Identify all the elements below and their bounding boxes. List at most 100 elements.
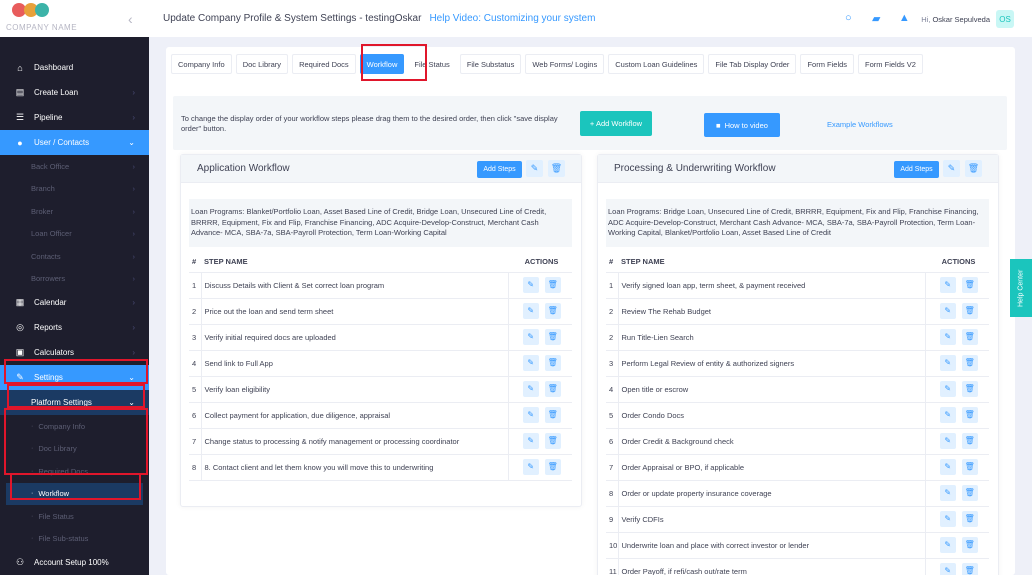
table-row[interactable]: 7 Change status to processing & notify ma… [189, 428, 572, 455]
example-workflows-link[interactable]: Example Workflows [827, 120, 893, 129]
trash-icon[interactable]: 🗑 [548, 160, 565, 177]
table-row[interactable]: 10 Underwrite loan and place with correct… [606, 532, 989, 559]
table-row[interactable]: 7 Order Appraisal or BPO, if applicable ✎ 🗑 [606, 454, 989, 481]
sidebar-collapse-icon[interactable]: ‹ [128, 11, 133, 27]
notes-icon[interactable]: ▰ [869, 12, 883, 26]
sidebar-item-create-loan[interactable]: ▤ Create Loan › [0, 80, 149, 105]
edit-icon[interactable]: ✎ [939, 303, 956, 319]
table-row[interactable]: 8 8. Contact client and let them know you… [189, 454, 572, 481]
tab-custom-loan-guidelines[interactable]: Custom Loan Guidelines [608, 54, 705, 74]
edit-icon[interactable]: ✎ [939, 563, 956, 575]
edit-icon[interactable]: ✎ [526, 160, 543, 177]
table-row[interactable]: 3 Verify initial required docs are upload… [189, 324, 572, 351]
table-row[interactable]: 4 Send link to Full App ✎ 🗑 [189, 350, 572, 377]
edit-icon[interactable]: ✎ [939, 511, 956, 527]
trash-icon[interactable]: 🗑 [544, 277, 561, 293]
trash-icon[interactable]: 🗑 [961, 433, 978, 449]
edit-icon[interactable]: ✎ [939, 329, 956, 345]
sidebar-subsubitem-workflow[interactable]: · Workflow [6, 482, 143, 505]
edit-icon[interactable]: ✎ [939, 537, 956, 553]
tab-doc-library[interactable]: Doc Library [235, 54, 289, 74]
edit-icon[interactable]: ✎ [939, 355, 956, 371]
sidebar-subitem[interactable]: Broker › [0, 200, 149, 223]
bell-icon[interactable]: ▲ [897, 12, 911, 26]
sidebar-item-user-contacts[interactable]: ● User / Contacts ⌄ [0, 130, 149, 155]
sidebar-item-settings[interactable]: ✎ Settings ⌄ [0, 365, 149, 390]
table-row[interactable]: 1 Verify signed loan app, term sheet, & p… [606, 272, 989, 299]
sidebar-subsubitem[interactable]: · Doc Library [0, 438, 149, 461]
tab-workflow[interactable]: Workflow [359, 54, 405, 74]
edit-icon[interactable]: ✎ [939, 407, 956, 423]
search-icon[interactable]: ○ [841, 12, 855, 26]
sidebar-item-platform-settings[interactable]: Platform Settings ⌄ [0, 390, 149, 415]
trash-icon[interactable]: 🗑 [961, 485, 978, 501]
sidebar-item-account-setup[interactable]: ⚇ Account Setup 100% [0, 550, 149, 575]
edit-icon[interactable]: ✎ [522, 303, 539, 319]
trash-icon[interactable]: 🗑 [544, 459, 561, 475]
trash-icon[interactable]: 🗑 [544, 355, 561, 371]
table-row[interactable]: 6 Order Credit & Background check ✎ 🗑 [606, 428, 989, 455]
sidebar-subitem[interactable]: Branch › [0, 178, 149, 201]
sidebar-item-calendar[interactable]: ▦ Calendar › [0, 290, 149, 315]
trash-icon[interactable]: 🗑 [961, 563, 978, 575]
tab-form-fields[interactable]: Form Fields [800, 54, 855, 74]
edit-icon[interactable]: ✎ [522, 329, 539, 345]
logo[interactable]: COMPANY NAME [0, 0, 149, 37]
add-steps-button[interactable]: Add Steps [477, 161, 522, 178]
trash-icon[interactable]: 🗑 [961, 329, 978, 345]
table-row[interactable]: 5 Verify loan eligibility ✎ 🗑 [189, 376, 572, 403]
edit-icon[interactable]: ✎ [939, 277, 956, 293]
trash-icon[interactable]: 🗑 [544, 407, 561, 423]
tab-file-tab-display-order[interactable]: File Tab Display Order [708, 54, 797, 74]
table-row[interactable]: 2 Run Title-Lien Search ✎ 🗑 [606, 324, 989, 351]
table-row[interactable]: 5 Order Condo Docs ✎ 🗑 [606, 402, 989, 429]
edit-icon[interactable]: ✎ [522, 407, 539, 423]
sidebar-subsubitem[interactable]: · File Status [0, 505, 149, 528]
table-row[interactable]: 2 Price out the loan and send term sheet ✎… [189, 298, 572, 325]
sidebar-subsubitem[interactable]: · Company Info [0, 415, 149, 438]
trash-icon[interactable]: 🗑 [961, 511, 978, 527]
how-to-video-button[interactable]: ■ How to video [704, 113, 780, 137]
trash-icon[interactable]: 🗑 [961, 407, 978, 423]
sidebar-subitem[interactable]: Contacts › [0, 245, 149, 268]
sidebar-subitem[interactable]: Back Office › [0, 155, 149, 178]
table-row[interactable]: 4 Open title or escrow ✎ 🗑 [606, 376, 989, 403]
edit-icon[interactable]: ✎ [522, 459, 539, 475]
table-row[interactable]: 2 Review The Rehab Budget ✎ 🗑 [606, 298, 989, 325]
table-row[interactable]: 6 Collect payment for application, due di… [189, 402, 572, 429]
trash-icon[interactable]: 🗑 [961, 537, 978, 553]
tab-file-status[interactable]: File Status [408, 54, 456, 74]
edit-icon[interactable]: ✎ [939, 459, 956, 475]
sidebar-subsubitem[interactable]: · Required Docs [0, 460, 149, 483]
edit-icon[interactable]: ✎ [522, 355, 539, 371]
sidebar-item-calculators[interactable]: ▣ Calculators › [0, 340, 149, 365]
trash-icon[interactable]: 🗑 [961, 459, 978, 475]
table-row[interactable]: 8 Order or update property insurance cove… [606, 480, 989, 507]
trash-icon[interactable]: 🗑 [965, 160, 982, 177]
tab-file-substatus[interactable]: File Substatus [459, 54, 522, 74]
sidebar-item-pipeline[interactable]: ☰ Pipeline › [0, 105, 149, 130]
help-center-tab[interactable]: Help Center [1010, 259, 1032, 317]
user-name[interactable]: Oskar Sepulveda [932, 15, 990, 24]
edit-icon[interactable]: ✎ [522, 381, 539, 397]
sidebar-item-reports[interactable]: ◎ Reports › [0, 315, 149, 340]
trash-icon[interactable]: 🗑 [961, 355, 978, 371]
sidebar-subitem[interactable]: Borrowers › [0, 268, 149, 291]
trash-icon[interactable]: 🗑 [544, 381, 561, 397]
avatar[interactable]: OS [996, 10, 1014, 28]
edit-icon[interactable]: ✎ [939, 433, 956, 449]
edit-icon[interactable]: ✎ [522, 433, 539, 449]
edit-icon[interactable]: ✎ [939, 485, 956, 501]
tab-required-docs[interactable]: Required Docs [292, 54, 356, 74]
trash-icon[interactable]: 🗑 [544, 329, 561, 345]
table-row[interactable]: 3 Perform Legal Review of entity & author… [606, 350, 989, 377]
trash-icon[interactable]: 🗑 [544, 303, 561, 319]
trash-icon[interactable]: 🗑 [961, 303, 978, 319]
trash-icon[interactable]: 🗑 [961, 277, 978, 293]
edit-icon[interactable]: ✎ [522, 277, 539, 293]
table-row[interactable]: 1 Discuss Details with Client & Set corre… [189, 272, 572, 299]
edit-icon[interactable]: ✎ [943, 160, 960, 177]
tab-web-forms[interactable]: Web Forms/ Logins [525, 54, 605, 74]
table-row[interactable]: 11 Order Payoff, if refi/cash out/rate te… [606, 558, 989, 575]
tab-company-info[interactable]: Company Info [171, 54, 232, 74]
